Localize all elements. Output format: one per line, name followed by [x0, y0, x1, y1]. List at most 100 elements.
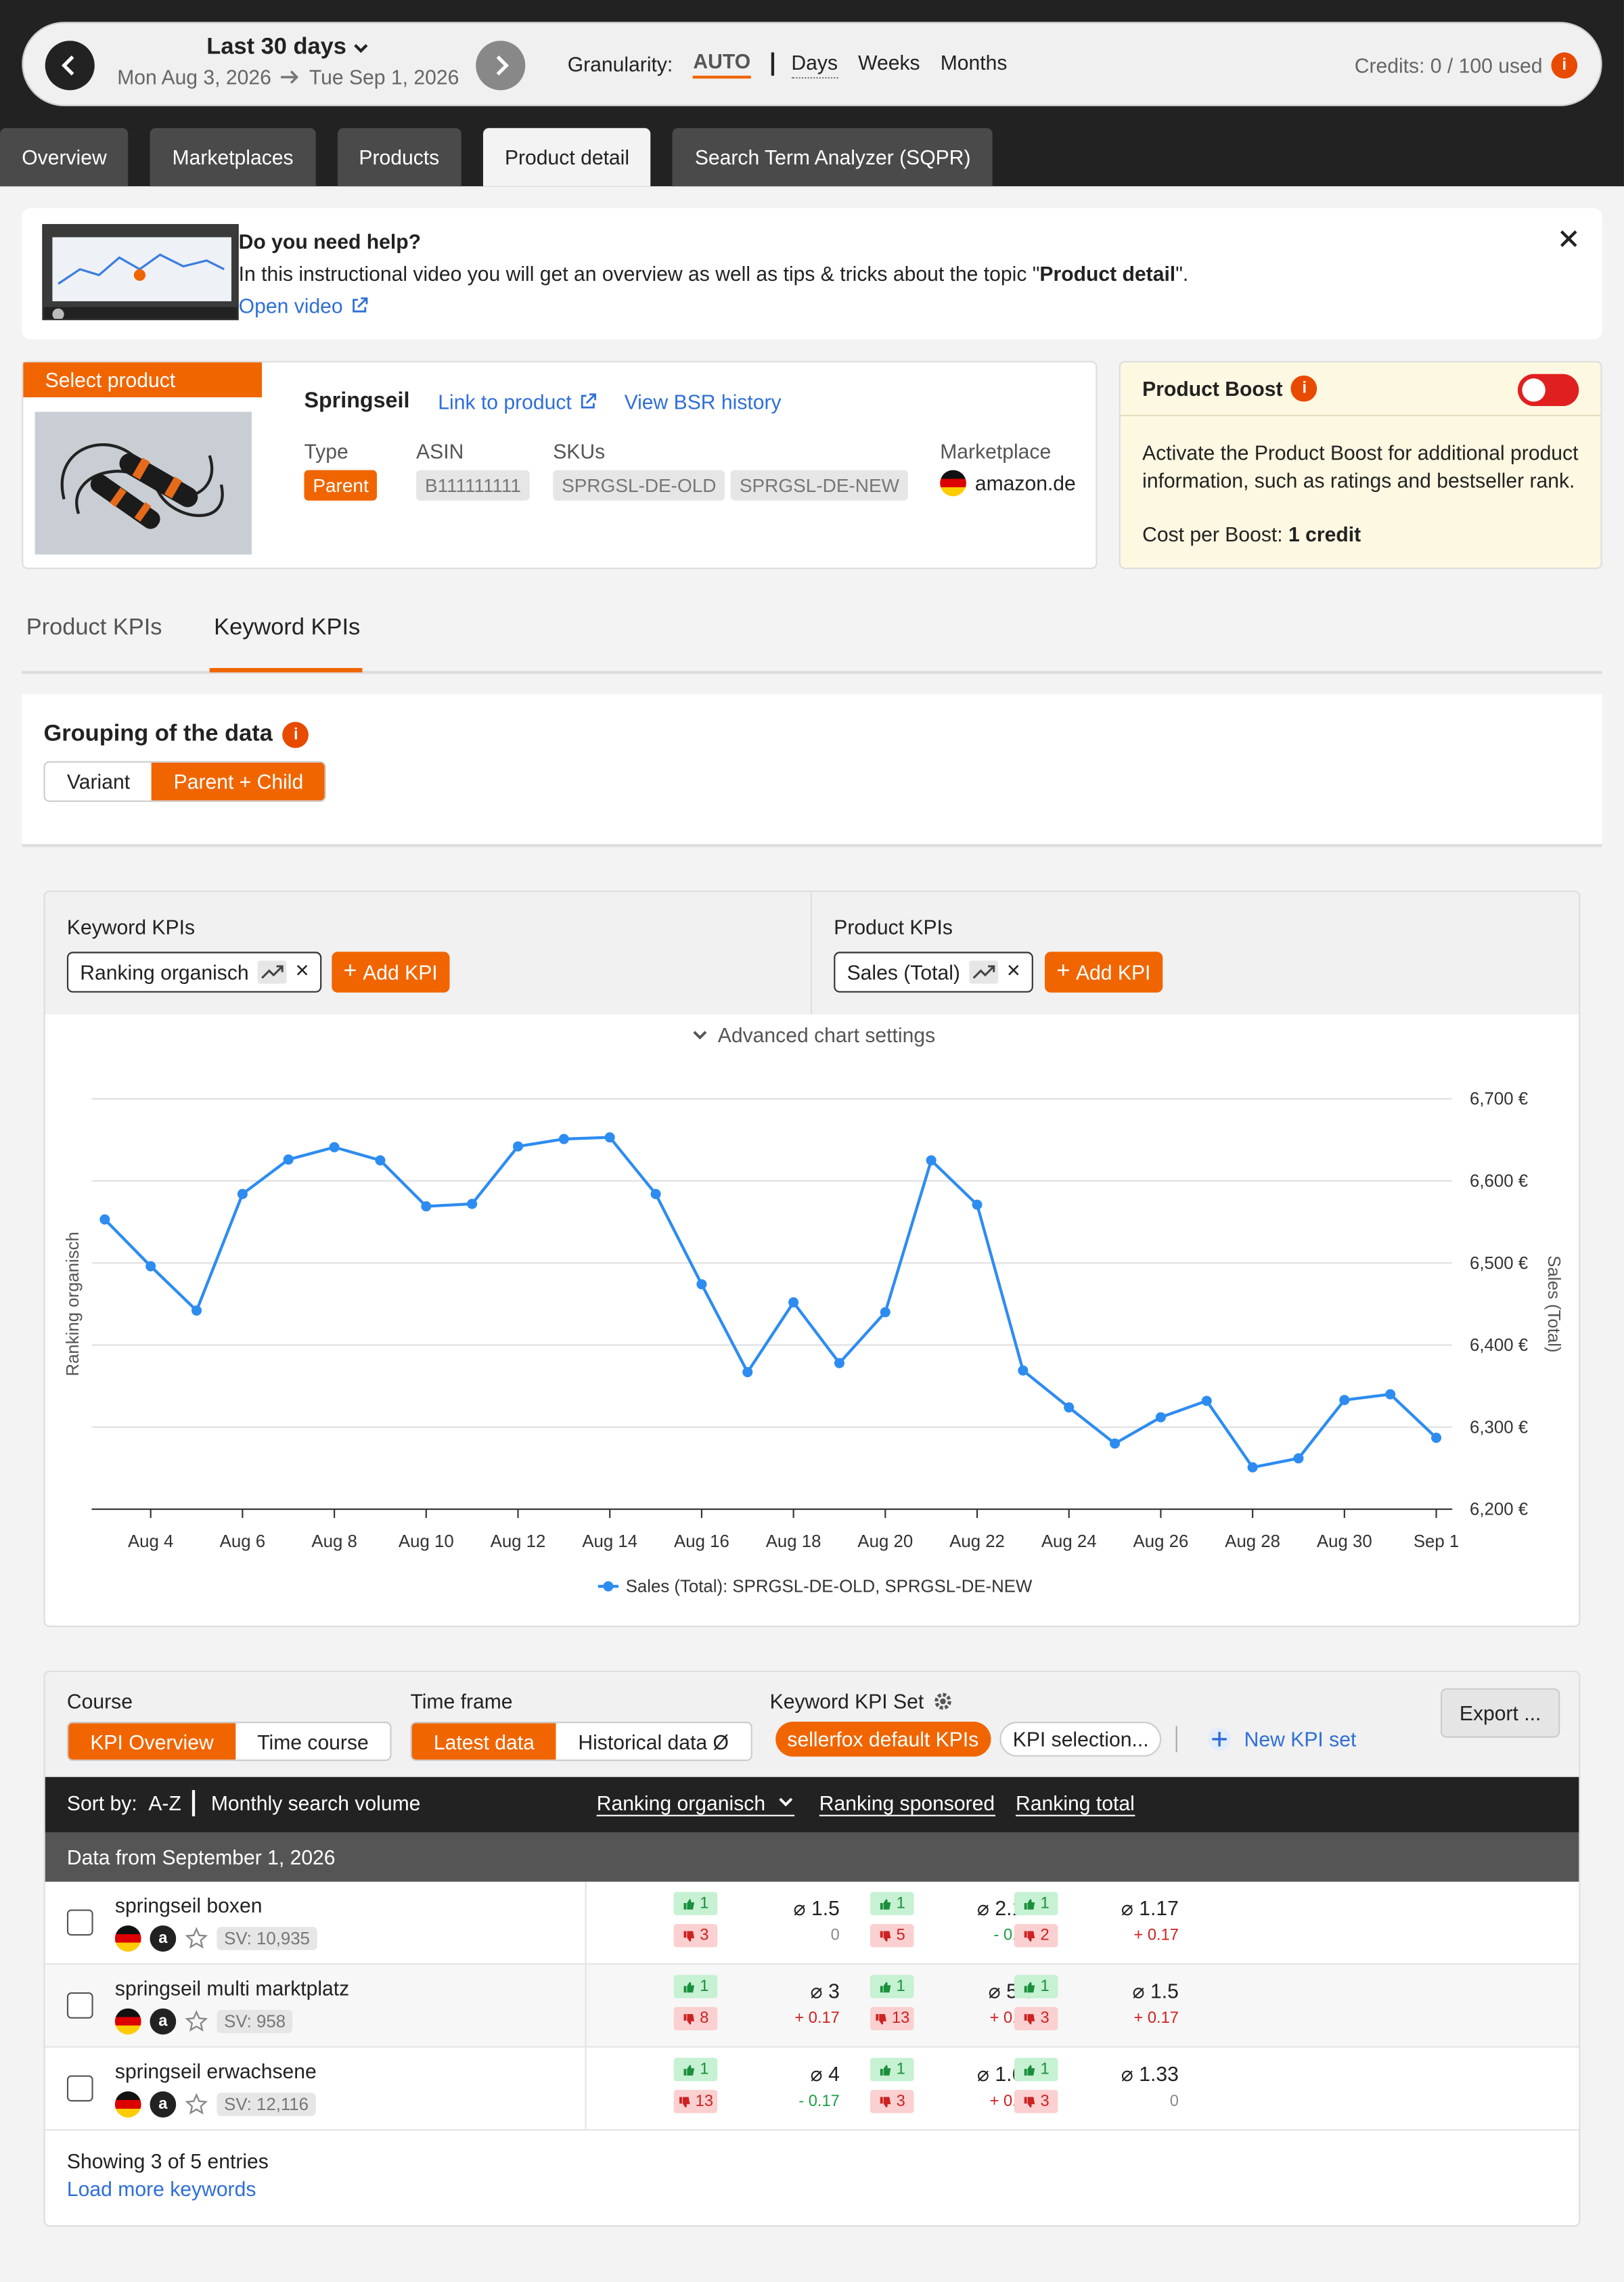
info-icon[interactable]: i — [1291, 375, 1318, 402]
column-ranking-organisch[interactable]: Ranking organisch — [596, 1791, 794, 1816]
data-point[interactable] — [558, 1134, 569, 1144]
data-point[interactable] — [1247, 1462, 1258, 1473]
row-checkbox[interactable] — [66, 2075, 93, 2102]
kpiset-default-chip[interactable]: sellerfox default KPIs — [775, 1722, 991, 1757]
product-card: Select product Springseil Link to produc… — [22, 361, 1098, 569]
info-icon[interactable]: i — [1551, 52, 1578, 79]
data-point[interactable] — [421, 1201, 432, 1212]
tab-product-kpis[interactable]: Product KPIs — [26, 616, 162, 642]
data-point[interactable] — [742, 1366, 753, 1378]
data-point[interactable] — [926, 1155, 937, 1166]
thumbs-up-icon — [1024, 1981, 1035, 1992]
data-point[interactable] — [1385, 1389, 1396, 1400]
data-point[interactable] — [191, 1305, 202, 1316]
data-point[interactable] — [329, 1142, 340, 1153]
column-ranking-sponsored[interactable]: Ranking sponsored — [819, 1791, 995, 1816]
data-point[interactable] — [1155, 1412, 1166, 1423]
remove-kpi-icon[interactable]: × — [1007, 959, 1020, 985]
new-kpi-set-button[interactable]: New KPI set — [1195, 1722, 1368, 1757]
grouping-parent-child[interactable]: Parent + Child — [152, 762, 325, 801]
data-point[interactable] — [696, 1279, 707, 1290]
trend-icon[interactable] — [968, 960, 998, 984]
product-boost-toggle[interactable] — [1517, 374, 1579, 406]
sort-az[interactable]: A-Z — [148, 1791, 181, 1814]
granularity-months[interactable]: Months — [941, 51, 1008, 77]
link-to-product[interactable]: Link to product — [438, 390, 596, 413]
remove-kpi-icon[interactable]: × — [295, 959, 309, 985]
data-point[interactable] — [834, 1358, 844, 1368]
gear-icon[interactable] — [932, 1691, 953, 1712]
y-tick-label: 6,700 € — [1470, 1090, 1528, 1109]
data-point[interactable] — [145, 1261, 156, 1272]
tab-marketplaces[interactable]: Marketplaces — [150, 128, 315, 187]
trend-icon[interactable] — [257, 960, 287, 984]
star-icon[interactable] — [185, 2093, 208, 2116]
granularity-weeks[interactable]: Weeks — [858, 51, 920, 77]
advanced-chart-settings[interactable]: Advanced chart settings — [45, 1023, 1579, 1046]
star-icon[interactable] — [185, 1927, 208, 1950]
data-point[interactable] — [1431, 1433, 1442, 1444]
row-checkbox[interactable] — [66, 1992, 93, 2019]
tab-overview[interactable]: Overview — [0, 128, 129, 187]
data-point[interactable] — [283, 1154, 294, 1165]
date-range-picker[interactable]: Last 30 days Mon Aug 3, 2026 Tue Sep 1, … — [115, 35, 461, 89]
course-time-course[interactable]: Time course — [235, 1723, 391, 1760]
data-point[interactable] — [99, 1214, 110, 1225]
info-icon[interactable]: i — [282, 721, 309, 748]
table-row[interactable]: springseil erwachsene a SV: 12,116 1 13 ⌀ 4- … — [45, 2047, 1579, 2131]
star-icon[interactable] — [185, 2010, 208, 2033]
product-image — [35, 411, 252, 555]
data-point[interactable] — [512, 1141, 524, 1152]
data-point[interactable] — [1293, 1453, 1304, 1464]
data-point[interactable] — [1110, 1438, 1121, 1449]
view-bsr-history-link[interactable]: View BSR history — [625, 390, 782, 413]
course-toggle: KPI Overview Time course — [66, 1722, 392, 1762]
data-point[interactable] — [1339, 1395, 1350, 1406]
data-point[interactable] — [237, 1188, 248, 1199]
add-product-kpi-button[interactable]: + Add KPI — [1045, 952, 1163, 993]
timeframe-latest[interactable]: Latest data — [411, 1723, 557, 1760]
grouping-variant[interactable]: Variant — [45, 762, 152, 801]
granularity-selector: Granularity: AUTO Days Weeks Months — [568, 49, 1028, 79]
data-point[interactable] — [467, 1199, 478, 1209]
select-product-button[interactable]: Select product — [23, 362, 263, 398]
open-video-link[interactable]: Open video — [239, 294, 368, 317]
legend-label[interactable]: Sales (Total): SPRGSL-DE-OLD, SPRGSL-DE-… — [626, 1578, 1033, 1596]
data-point[interactable] — [1018, 1365, 1029, 1376]
data-point[interactable] — [1201, 1395, 1212, 1406]
data-point[interactable] — [375, 1155, 386, 1166]
kpiset-selection-chip[interactable]: KPI selection... — [999, 1722, 1162, 1757]
data-point[interactable] — [1064, 1402, 1075, 1413]
tab-search-term-analyzer[interactable]: Search Term Analyzer (SQPR) — [673, 128, 993, 187]
tab-products[interactable]: Products — [337, 128, 461, 187]
granularity-days[interactable]: Days — [791, 50, 838, 79]
table-row[interactable]: springseil boxenaSV: 10,93513⌀ 1.5015⌀ 2… — [45, 1881, 1579, 1965]
rank-down-count: 3 — [1040, 2009, 1050, 2028]
granularity-auto[interactable]: AUTO — [693, 49, 751, 79]
timeframe-historical[interactable]: Historical data Ø — [556, 1723, 751, 1760]
close-icon[interactable] — [1556, 225, 1582, 252]
load-more-keywords-link[interactable]: Load more keywords — [67, 2177, 269, 2200]
row-checkbox[interactable] — [66, 1909, 93, 1936]
data-point[interactable] — [650, 1188, 661, 1199]
export-button[interactable]: Export ... — [1440, 1688, 1560, 1738]
legend-marker — [603, 1581, 614, 1592]
data-point[interactable] — [788, 1297, 799, 1307]
sort-search-volume[interactable]: Monthly search volume — [211, 1791, 421, 1814]
rank-change-total: 12 — [1014, 1892, 1058, 1948]
previous-period-button[interactable] — [45, 41, 95, 91]
tab-keyword-kpis[interactable]: Keyword KPIs — [214, 616, 360, 642]
sort-label: Sort by: — [66, 1791, 137, 1815]
tab-product-detail[interactable]: Product detail — [482, 128, 652, 187]
column-ranking-total[interactable]: Ranking total — [1016, 1791, 1135, 1816]
data-point[interactable] — [972, 1199, 983, 1210]
next-period-button[interactable] — [476, 41, 526, 91]
course-kpi-overview[interactable]: KPI Overview — [68, 1723, 235, 1760]
rank-down-count: 5 — [896, 1927, 905, 1945]
video-thumbnail[interactable] — [42, 224, 239, 321]
add-keyword-kpi-button[interactable]: + Add KPI — [332, 952, 449, 993]
data-point[interactable] — [880, 1307, 890, 1318]
table-row[interactable]: springseil multi marktplatz a SV: 958 1 8 ⌀ 3… — [45, 1965, 1579, 2048]
data-point[interactable] — [604, 1132, 615, 1143]
search-volume-chip: SV: 10,935 — [217, 1927, 317, 1950]
